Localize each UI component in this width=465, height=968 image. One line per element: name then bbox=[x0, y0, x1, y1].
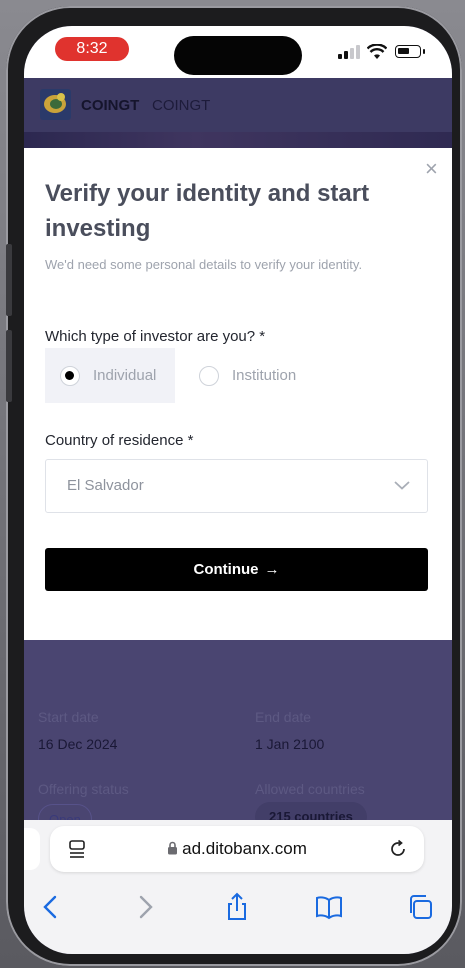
verify-identity-modal: × Verify your identity and start investi… bbox=[24, 148, 452, 640]
radio-unselected-icon[interactable] bbox=[199, 366, 219, 386]
modal-subtitle: We'd need some personal details to verif… bbox=[45, 257, 363, 272]
status-time: 8:32 bbox=[55, 37, 129, 61]
dynamic-island bbox=[174, 36, 302, 75]
brand-logo-icon bbox=[40, 89, 71, 120]
radio-selected-icon[interactable] bbox=[60, 366, 80, 386]
start-date-label: Start date bbox=[38, 709, 99, 725]
investor-option-label: Individual bbox=[93, 367, 157, 384]
tabs-icon[interactable] bbox=[406, 892, 436, 922]
brand-subname: COINGT bbox=[152, 97, 211, 114]
offering-status-label: Offering status bbox=[38, 781, 129, 797]
country-select[interactable]: El Salvador bbox=[45, 459, 428, 513]
start-date-value: 16 Dec 2024 bbox=[38, 736, 118, 752]
url-label: ad.ditobanx.com bbox=[182, 839, 307, 858]
investor-option-individual[interactable]: Individual bbox=[45, 348, 175, 403]
chevron-down-icon bbox=[394, 481, 410, 490]
url-text[interactable]: ad.ditobanx.com bbox=[50, 839, 424, 859]
close-icon[interactable]: × bbox=[425, 158, 438, 180]
lock-icon bbox=[168, 841, 178, 855]
country-label: Country of residence * bbox=[45, 432, 194, 449]
previous-tab-preview[interactable] bbox=[24, 828, 40, 870]
status-bar: 8:32 bbox=[24, 26, 452, 78]
phone-screen: 8:32 COINGT COINGT × Verify your identit… bbox=[24, 26, 452, 954]
hero-banner bbox=[24, 132, 452, 148]
country-select-value: El Salvador bbox=[67, 477, 144, 494]
back-icon[interactable] bbox=[36, 892, 66, 922]
site-header: COINGT COINGT bbox=[24, 78, 452, 132]
arrow-right-icon: → bbox=[264, 561, 280, 578]
browser-toolbar bbox=[24, 878, 452, 954]
address-bar[interactable]: ad.ditobanx.com bbox=[50, 826, 424, 872]
end-date-label: End date bbox=[255, 709, 312, 725]
bookmarks-icon[interactable] bbox=[314, 892, 344, 922]
reload-icon[interactable] bbox=[388, 839, 408, 859]
volume-down-button bbox=[6, 330, 12, 402]
brand-name: COINGT bbox=[81, 97, 140, 114]
volume-up-button bbox=[6, 244, 12, 316]
investor-type-label: Which type of investor are you? * bbox=[45, 328, 266, 345]
battery-icon bbox=[395, 45, 425, 58]
modal-title: Verify your identity and start investing bbox=[45, 180, 370, 242]
wifi-icon bbox=[366, 43, 388, 63]
investor-option-institution[interactable]: Institution bbox=[184, 348, 314, 403]
investor-option-label: Institution bbox=[232, 367, 297, 384]
allowed-countries-label: Allowed countries bbox=[255, 781, 365, 797]
continue-label: Continue bbox=[193, 561, 259, 578]
forward-icon[interactable] bbox=[130, 892, 160, 922]
continue-button[interactable]: Continue → bbox=[45, 548, 428, 591]
offering-details: Start date 16 Dec 2024 End date 1 Jan 21… bbox=[24, 640, 452, 834]
end-date-value: 1 Jan 2100 bbox=[255, 736, 325, 752]
share-icon[interactable] bbox=[222, 892, 252, 922]
browser-address-area: ad.ditobanx.com bbox=[24, 820, 452, 878]
